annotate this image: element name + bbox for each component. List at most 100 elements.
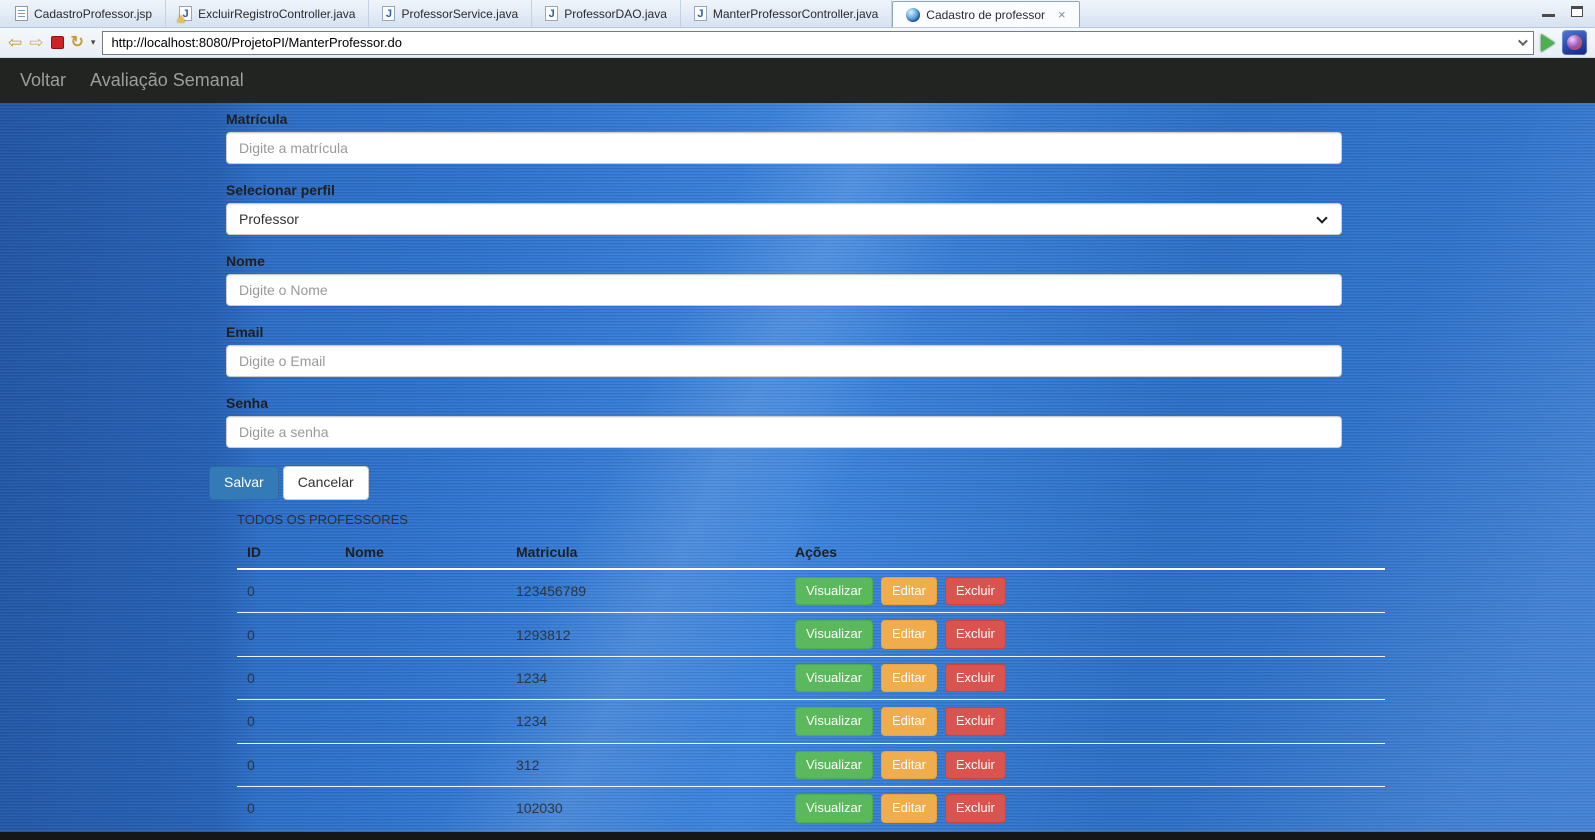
go-button-icon[interactable] <box>1541 33 1555 52</box>
field-group-matricula: Matrícula <box>226 111 1342 164</box>
senha-label: Senha <box>226 395 269 411</box>
cell-nome <box>335 742 506 787</box>
cell-id: 0 <box>237 742 335 787</box>
cell-matricula: 123456789 <box>516 583 587 600</box>
save-button[interactable]: Salvar <box>209 466 279 500</box>
jsp-file-icon <box>15 6 28 21</box>
table-row: 0 102030 Visualizar Editar Excluir <box>237 786 1385 830</box>
senha-input[interactable] <box>226 416 1342 448</box>
excluir-button[interactable]: Excluir <box>944 794 1006 823</box>
visualizar-button[interactable]: Visualizar <box>795 707 874 736</box>
tab-cadastro-de-professor[interactable]: Cadastro de professor × <box>892 1 1080 27</box>
email-label: Email <box>226 324 264 340</box>
visualizar-button[interactable]: Visualizar <box>795 794 874 823</box>
tab-manterprofessorcontroller-java[interactable]: ManterProfessorController.java <box>681 0 893 27</box>
cell-nome <box>335 569 506 613</box>
cell-matricula: 1234 <box>506 699 785 744</box>
excluir-button[interactable]: Excluir <box>944 576 1006 606</box>
cell-matricula: 102030 <box>506 786 785 830</box>
cancel-button[interactable]: Cancelar <box>282 466 369 500</box>
editar-button[interactable]: Editar <box>881 663 937 693</box>
header-acoes: Ações <box>785 535 1385 570</box>
nome-input[interactable] <box>226 274 1342 306</box>
cell-id: 0 <box>247 583 255 600</box>
nav-link-voltar[interactable]: Voltar <box>13 70 73 91</box>
cell-acoes: Visualizar Editar Excluir <box>785 612 1385 657</box>
excluir-button[interactable]: Excluir <box>944 663 1006 693</box>
back-icon[interactable]: ⇦ <box>8 34 22 51</box>
cell-acoes: Visualizar Editar Excluir <box>785 569 1385 613</box>
email-field[interactable] <box>226 345 1342 377</box>
editar-button[interactable]: Editar <box>881 707 937 736</box>
globe-icon <box>906 7 921 22</box>
excluir-button[interactable]: Excluir <box>944 620 1006 649</box>
cell-nome <box>335 612 506 657</box>
tab-professordao-java[interactable]: ProfessorDAO.java <box>532 0 681 27</box>
editar-button[interactable]: Editar <box>881 576 937 606</box>
java-file-icon <box>382 6 396 21</box>
cell-nome <box>335 699 506 744</box>
page-navbar: Voltar Avaliação Semanal <box>0 58 1595 103</box>
toolbar-dropdown-caret-icon[interactable]: ▾ <box>91 37 96 48</box>
java-file-icon <box>545 6 559 21</box>
visualizar-button[interactable]: Visualizar <box>795 663 874 693</box>
table-row: 0 123456789 Visualizar Editar Excluir <box>237 569 1385 613</box>
professors-table: ID Nome Matricula Ações 0 123456789 Visu… <box>237 535 1385 830</box>
table-header-row: ID Nome Matricula Ações <box>237 535 1385 570</box>
browser-toolbar: ⇦ ⇨ ↻ ▾ <box>0 28 1595 58</box>
java-file-icon <box>693 6 707 21</box>
tab-label: Cadastro de professor <box>926 7 1046 22</box>
field-group-nome: Nome <box>226 253 1342 306</box>
java-file-icon <box>177 6 193 22</box>
form-buttons: Salvar Cancelar <box>209 466 1595 500</box>
editar-button[interactable]: Editar <box>881 794 937 823</box>
nome-label: Nome <box>226 253 265 269</box>
minimize-button[interactable] <box>1542 14 1555 17</box>
visualizar-button[interactable]: Visualizar <box>795 750 874 780</box>
visualizar-button[interactable]: Visualizar <box>795 576 874 606</box>
table-row: 0 312 Visualizar Editar Excluir <box>237 742 1385 787</box>
field-group-email: Email <box>226 324 1342 377</box>
cell-acoes: Visualizar Editar Excluir <box>785 655 1385 700</box>
bottom-edge <box>0 832 1595 840</box>
header-id: ID <box>237 535 335 570</box>
eclipse-window: CadastroProfessor.jsp ExcluirRegistroCon… <box>0 0 1595 840</box>
cell-id: 0 <box>237 699 335 744</box>
tab-excluirregistrocontroller-java[interactable]: ExcluirRegistroController.java <box>166 0 370 27</box>
editar-button[interactable]: Editar <box>881 620 937 649</box>
cell-nome <box>335 655 506 700</box>
refresh-icon[interactable]: ↻ <box>71 34 84 51</box>
table-row: 0 1234 Visualizar Editar Excluir <box>237 655 1385 700</box>
header-matricula: Matricula <box>506 535 785 570</box>
professors-caption: TODOS OS PROFESSORES <box>237 511 408 527</box>
matricula-label: Matrícula <box>226 111 288 127</box>
web-browser-app-icon[interactable] <box>1562 30 1587 55</box>
cell-acoes: Visualizar Editar Excluir <box>785 786 1385 830</box>
field-group-perfil: Selecionar perfil Professor <box>226 182 1342 235</box>
close-tab-icon[interactable]: × <box>1058 8 1066 21</box>
window-controls <box>1542 6 1583 17</box>
visualizar-button[interactable]: Visualizar <box>795 620 874 649</box>
tab-professorservice-java[interactable]: ProfessorService.java <box>369 0 533 27</box>
tab-cadastroprofessor-jsp[interactable]: CadastroProfessor.jsp <box>2 0 167 27</box>
perfil-select[interactable]: Professor <box>226 203 1342 235</box>
restore-button[interactable] <box>1571 6 1583 17</box>
editar-button[interactable]: Editar <box>881 750 937 780</box>
table-row: 0 1234 Visualizar Editar Excluir <box>237 699 1385 744</box>
header-nome: Nome <box>335 535 506 570</box>
stop-icon[interactable] <box>50 36 64 49</box>
warning-badge-icon <box>177 15 186 22</box>
url-field-wrap <box>102 30 1534 55</box>
perfil-label: Selecionar perfil <box>226 182 335 198</box>
excluir-button[interactable]: Excluir <box>944 750 1006 780</box>
forward-icon[interactable]: ⇨ <box>29 34 43 51</box>
field-group-senha: Senha <box>226 395 1342 448</box>
excluir-button[interactable]: Excluir <box>944 707 1006 736</box>
url-input[interactable] <box>102 30 1534 55</box>
cell-matricula: 312 <box>506 742 785 787</box>
cell-matricula: 1293812 <box>506 612 785 657</box>
perfil-select-wrap: Professor <box>226 203 1342 235</box>
editor-tab-bar: CadastroProfessor.jsp ExcluirRegistroCon… <box>0 0 1595 28</box>
matricula-input[interactable] <box>226 132 1342 164</box>
nav-link-avaliacao-semanal[interactable]: Avaliação Semanal <box>83 70 251 91</box>
